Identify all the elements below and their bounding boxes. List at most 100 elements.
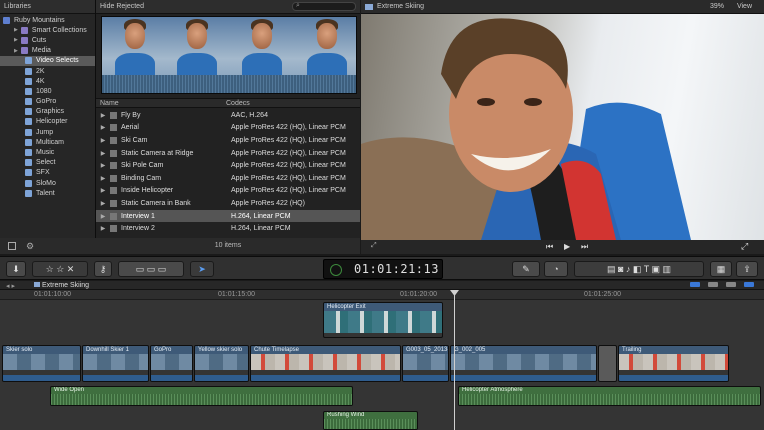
disclosure-icon[interactable]: ▶: [98, 187, 108, 194]
clip-codec: Apple ProRes 422 (HQ), Linear PCM: [231, 187, 346, 195]
zoom-icon[interactable]: [744, 282, 754, 287]
library-item[interactable]: SFX: [0, 168, 95, 178]
library-item[interactable]: ▶ Smart Collections: [0, 25, 95, 35]
storyline-clip[interactable]: GoPro: [150, 345, 193, 382]
connected-clip[interactable]: Helicopter Exit: [323, 302, 443, 338]
timecode-display[interactable]: 01:01:21:13: [323, 259, 443, 279]
storyline-clip[interactable]: Trailing: [618, 345, 729, 382]
library-item-label: Cuts: [31, 36, 47, 44]
play-icon[interactable]: ▶: [564, 242, 570, 251]
clip-row[interactable]: ▶ Ski Pole Cam Apple ProRes 422 (HQ), Line…: [96, 159, 360, 172]
share-button[interactable]: ⇪: [736, 261, 758, 277]
disclosure-icon[interactable]: ▶: [98, 225, 108, 232]
audio-clip[interactable]: Wide Open: [50, 386, 353, 406]
disclosure-icon[interactable]: ▶: [98, 200, 108, 207]
library-item[interactable]: Graphics: [0, 107, 95, 117]
library-item[interactable]: Talent: [0, 188, 95, 198]
disclosure-icon[interactable]: ▶: [98, 137, 108, 144]
audio-clip[interactable]: Helicopter Atmosphere: [458, 386, 761, 406]
library-item[interactable]: ▶ Media: [0, 46, 95, 56]
library-item[interactable]: ▶ Cuts: [0, 35, 95, 45]
keyword-editor-button[interactable]: ⚷: [94, 261, 112, 277]
filter-menu[interactable]: Hide Rejected: [100, 3, 144, 10]
clip-codec: Apple ProRes 422 (HQ), Linear PCM: [231, 149, 346, 157]
library-item[interactable]: 2K: [0, 66, 95, 76]
keyword-collection-icon: [25, 128, 32, 136]
disclosure-icon[interactable]: ▶: [98, 213, 108, 220]
clip-row[interactable]: ▶ Static Camera in Bank Apple ProRes 422 (…: [96, 197, 360, 210]
clip-thumbnails: [451, 354, 596, 370]
themes-button[interactable]: ▦: [710, 261, 732, 277]
disclosure-icon[interactable]: ▶: [98, 175, 108, 182]
keyword-collection-icon: [25, 77, 32, 85]
storyline-clip[interactable]: G_002_005: [450, 345, 597, 382]
import-button[interactable]: ⬇: [6, 261, 26, 277]
retime-button[interactable]: ◔: [544, 261, 568, 277]
enhance-button[interactable]: ✎: [512, 261, 540, 277]
clip-row[interactable]: ▶ Fly By AAC, H.264: [96, 109, 360, 122]
audio-clip-label: Rushing Wind: [327, 412, 365, 418]
clip-row[interactable]: ▶ Inside Helicopter Apple ProRes 422 (HQ),…: [96, 185, 360, 198]
library-item-label: Talent: [36, 189, 55, 197]
clip-filmstrip[interactable]: [101, 16, 357, 94]
disclosure-icon[interactable]: ▶: [14, 37, 18, 43]
gear-icon[interactable]: ⚙: [26, 241, 34, 252]
previous-frame-icon[interactable]: ⏮: [546, 242, 553, 252]
keyword-buttons[interactable]: ☆ ☆ ✕: [32, 261, 88, 277]
viewer-image: [361, 14, 764, 240]
storyline-clip[interactable]: Skier solo: [2, 345, 81, 382]
snapping-icon[interactable]: [690, 282, 700, 287]
storyline-clip[interactable]: Chute Timelapse: [250, 345, 401, 382]
audio-clip[interactable]: Rushing Wind: [323, 411, 418, 430]
item-count: 10 items: [214, 242, 242, 249]
clip-row[interactable]: ▶ Aerial Apple ProRes 422 (HQ), Linear PCM: [96, 122, 360, 135]
library-item-label: 4K: [36, 77, 45, 85]
library-item[interactable]: Ruby Mountains: [0, 15, 95, 25]
transition[interactable]: [598, 345, 617, 382]
library-item-label: SloMo: [36, 179, 56, 187]
library-item[interactable]: 4K: [0, 76, 95, 86]
fullscreen-icon[interactable]: ⤢: [741, 241, 748, 252]
search-field[interactable]: ⌕: [292, 2, 356, 11]
clip-label: Downhill Skier 1: [83, 346, 148, 354]
audio-skimming-icon[interactable]: [708, 282, 718, 287]
library-item[interactable]: Helicopter: [0, 117, 95, 127]
storyline-clip[interactable]: Downhill Skier 1: [82, 345, 149, 382]
library-item[interactable]: GoPro: [0, 97, 95, 107]
timeline-ruler[interactable]: 01:01:10:00 01:01:15:00 01:01:20:00 01:0…: [0, 290, 764, 300]
zoom-level[interactable]: 39%: [710, 3, 724, 10]
disclosure-icon[interactable]: ▶: [14, 48, 18, 54]
next-frame-icon[interactable]: ⏭: [581, 242, 588, 252]
disclosure-icon[interactable]: ▶: [98, 112, 108, 119]
clip-row[interactable]: ▶ Ski Cam Apple ProRes 422 (HQ), Linear PC…: [96, 134, 360, 147]
clip-row[interactable]: ▶ Interview 2 H.264, Linear PCM: [96, 222, 360, 235]
media-browser-buttons[interactable]: ▤ ◙ ♪ ◧ T ▣ ▥: [574, 261, 704, 277]
playhead[interactable]: [454, 290, 455, 430]
library-item[interactable]: Multicam: [0, 137, 95, 147]
view-menu[interactable]: View: [737, 3, 752, 10]
clip-row[interactable]: ▶ Static Camera at Ridge Apple ProRes 422 …: [96, 147, 360, 160]
library-item[interactable]: Jump: [0, 127, 95, 137]
disclosure-icon[interactable]: ▶: [98, 150, 108, 157]
disclosure-icon[interactable]: ▶: [98, 124, 108, 131]
clip-row[interactable]: ▶ Interview 1 H.264, Linear PCM: [96, 209, 360, 223]
column-codecs[interactable]: Codecs: [226, 100, 250, 107]
show-inspector-icon[interactable]: [8, 242, 16, 250]
library-item[interactable]: 1080: [0, 86, 95, 96]
edit-buttons[interactable]: ▭ ▭ ▭: [118, 261, 184, 277]
library-item[interactable]: SloMo: [0, 178, 95, 188]
tool-select-button[interactable]: ➤: [190, 261, 214, 277]
column-name[interactable]: Name: [100, 100, 119, 107]
disclosure-icon[interactable]: ▶: [98, 162, 108, 169]
viewer-options-icon[interactable]: ⤢: [371, 242, 377, 250]
nav-arrows-icon[interactable]: ◂ ▸: [6, 282, 15, 290]
storyline-clip[interactable]: G003_05_2013-01-29...: [402, 345, 449, 382]
library-item[interactable]: Music: [0, 147, 95, 157]
storyline-clip[interactable]: Yellow skier solo: [194, 345, 249, 382]
disclosure-icon[interactable]: ▶: [14, 27, 18, 33]
library-item[interactable]: Select: [0, 158, 95, 168]
clip-row[interactable]: ▶ Binding Cam Apple ProRes 422 (HQ), Linea…: [96, 172, 360, 185]
edit-icon: ▭ ▭ ▭: [135, 264, 167, 274]
library-item[interactable]: Video Selects: [0, 55, 95, 66]
solo-icon[interactable]: [726, 282, 736, 287]
